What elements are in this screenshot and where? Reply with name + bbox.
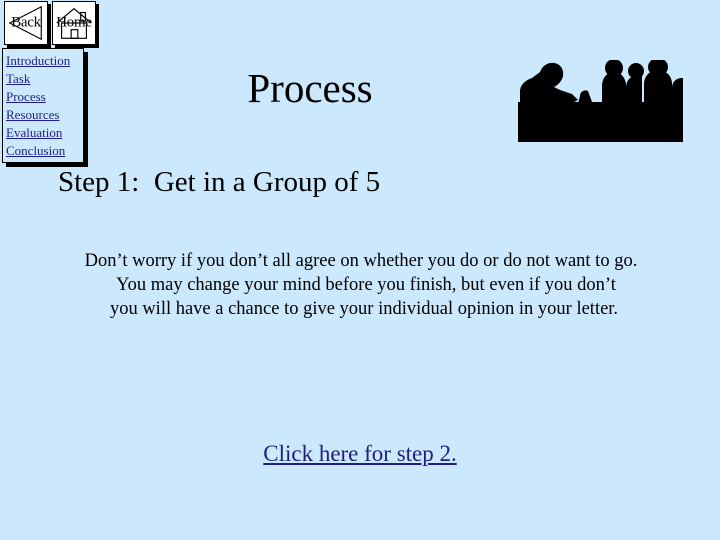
group-meeting-silhouette-icon xyxy=(518,60,683,142)
paragraph-line-2: You may change your mind before you fini… xyxy=(116,275,616,295)
sidebar-item-evaluation[interactable]: Evaluation xyxy=(6,124,81,142)
sidebar-item-conclusion[interactable]: Conclusion xyxy=(6,142,81,160)
navigation-button-group: Back Home xyxy=(4,1,96,45)
paragraph-line-3: you will have a chance to give your indi… xyxy=(109,299,619,319)
sidebar-item-resources[interactable]: Resources xyxy=(6,106,81,124)
body-paragraph: Don’t worry if you don’t all agree on wh… xyxy=(55,249,667,321)
back-button[interactable]: Back xyxy=(4,1,48,45)
sidebar-item-task[interactable]: Task xyxy=(6,70,81,88)
home-button[interactable]: Home xyxy=(52,1,96,45)
sidebar-navigation: Introduction Task Process Resources Eval… xyxy=(2,48,84,163)
next-step-link-wrapper: Click here for step 2. xyxy=(0,441,720,467)
paragraph-line-1: Don’t worry if you don’t all agree on wh… xyxy=(84,251,638,271)
step-heading: Step 1: Get in a Group of 5 xyxy=(58,166,381,198)
group-meeting-silhouette-image xyxy=(518,60,683,142)
next-step-link[interactable]: Click here for step 2. xyxy=(263,441,457,466)
sidebar-item-introduction[interactable]: Introduction xyxy=(6,52,81,70)
back-button-label: Back xyxy=(11,14,41,31)
page-title: Process xyxy=(247,65,373,111)
sidebar-item-process[interactable]: Process xyxy=(6,88,81,106)
home-button-label: Home xyxy=(56,14,92,31)
